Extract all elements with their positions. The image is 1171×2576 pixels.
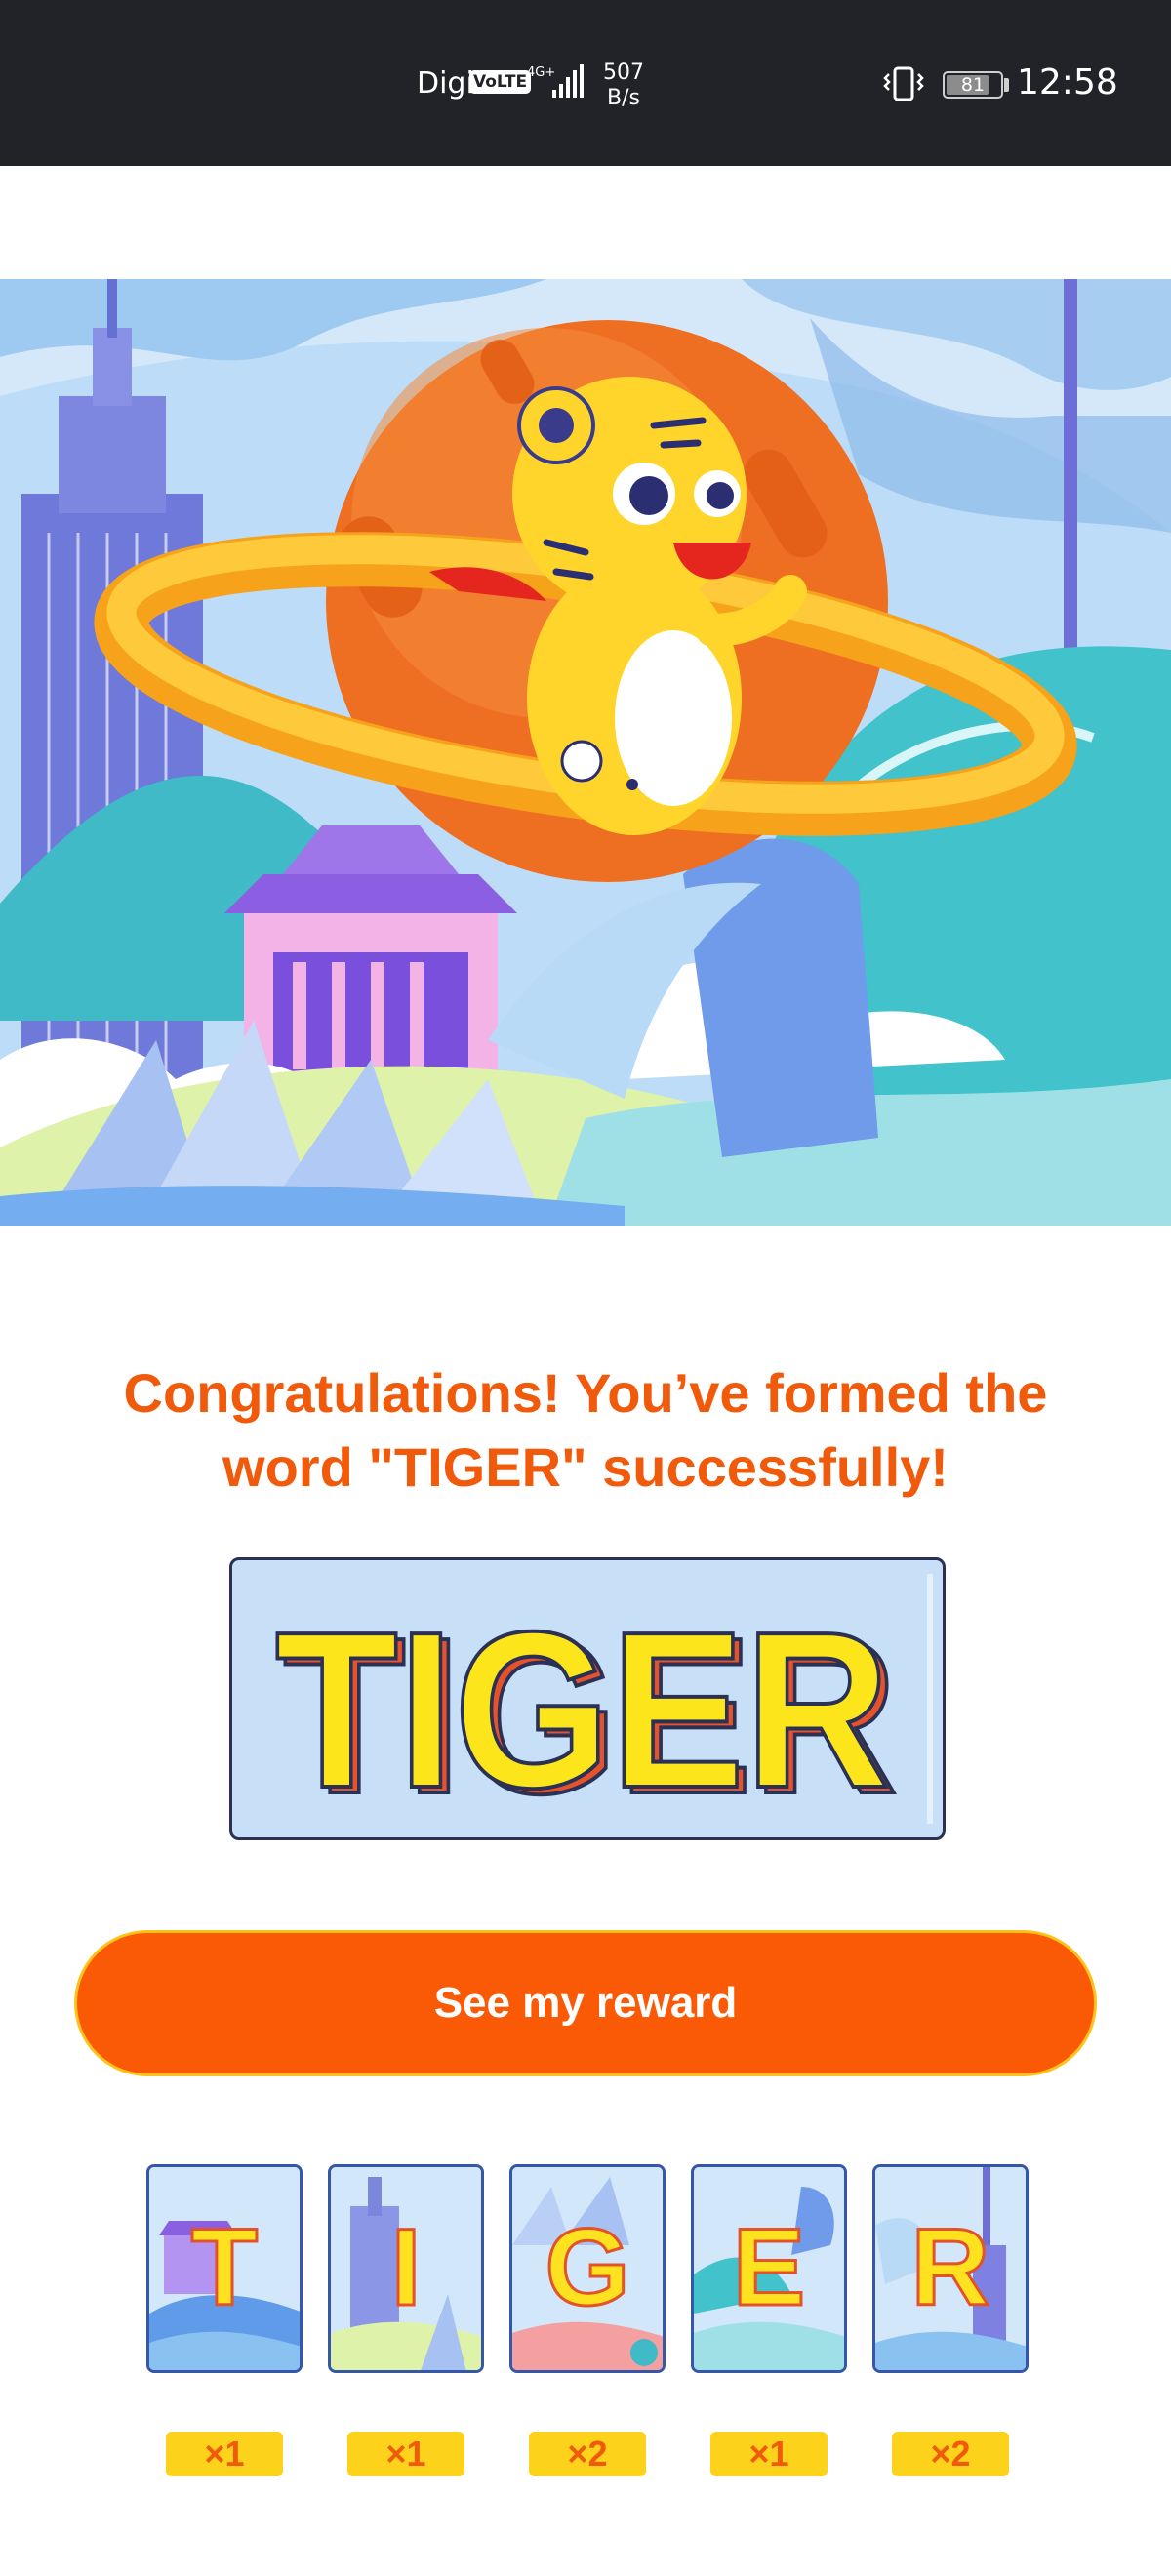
card-count-badge: ×1 <box>166 2432 283 2476</box>
vibrate-icon <box>883 66 924 101</box>
letter-card-t[interactable]: T <box>146 2164 303 2373</box>
letter-card-row: T I G E R <box>0 2164 1171 2379</box>
card-letter: I <box>389 2205 423 2330</box>
signal-icon: 4G+ <box>527 64 584 98</box>
see-reward-button[interactable]: See my reward <box>74 1930 1097 2076</box>
formed-word-text: TIGER <box>275 1587 890 1834</box>
battery-level: 81 <box>960 74 986 96</box>
tiger-mascot-planet-illustration <box>0 279 1171 1229</box>
page-title: Happy 7th Anniversary to Ti... <box>307 180 864 222</box>
network-speed-value: 507 <box>603 60 644 85</box>
refresh-icon[interactable] <box>1054 168 1132 251</box>
card-count-badge: ×1 <box>347 2432 464 2476</box>
network-speed-unit: B/s <box>607 86 640 110</box>
status-bar: Digi VoLTE 4G+ 507 B/s 81 12:58 Happy 7t… <box>0 0 1171 241</box>
card-letter: E <box>731 2205 807 2330</box>
formed-word-graphic: TIGER TIGER <box>273 1585 900 1837</box>
carrier-name: Digi <box>417 66 474 101</box>
clock: 12:58 <box>1017 62 1118 102</box>
card-count-badge: ×2 <box>892 2432 1009 2476</box>
volte-badge: VoLTE <box>469 70 532 94</box>
letter-card-g[interactable]: G <box>509 2164 666 2373</box>
card-letter: G <box>544 2205 631 2330</box>
letter-card-r[interactable]: R <box>872 2164 1029 2373</box>
card-letter: T <box>189 2205 259 2330</box>
network-speed: 507 B/s <box>603 60 644 111</box>
letter-card-i[interactable]: I <box>328 2164 484 2373</box>
card-count-badge: ×1 <box>710 2432 828 2476</box>
success-message: Congratulations! You’ve formed the word … <box>123 1362 1048 1498</box>
card-count-badge: ×2 <box>529 2432 646 2476</box>
banner-illustration <box>0 279 1171 1229</box>
formed-word-display: TIGER TIGER <box>229 1557 946 1840</box>
close-icon[interactable] <box>39 172 117 250</box>
letter-card-e[interactable]: E <box>691 2164 847 2373</box>
battery-icon: 81 <box>943 71 1003 99</box>
network-type: 4G+ <box>527 65 555 80</box>
card-letter: R <box>909 2205 991 2330</box>
battery-tip <box>1004 78 1009 92</box>
